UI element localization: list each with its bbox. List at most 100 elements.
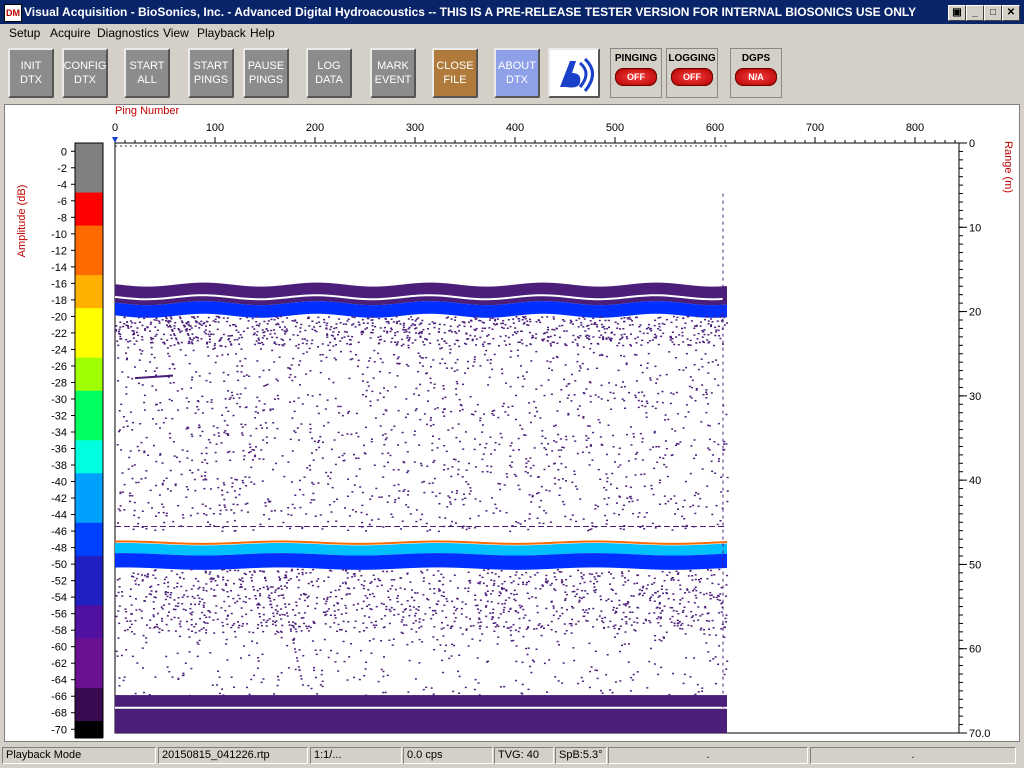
start-pings-button[interactable]: START PINGS <box>188 48 234 98</box>
amplitude-tick-label: -18 <box>51 295 67 307</box>
range-tick-label: 70.0 <box>969 728 990 740</box>
amplitude-tick-label: -42 <box>51 493 67 505</box>
ping-tick-label: 500 <box>606 122 624 134</box>
title-bar: DM Visual Acquisition - BioSonics, Inc. … <box>0 0 1024 24</box>
status-extra2: . <box>810 747 1016 764</box>
range-label: Range (m) <box>1002 141 1014 193</box>
menu-view[interactable]: View <box>163 26 189 40</box>
amplitude-tick-label: -36 <box>51 444 67 456</box>
maximize-button[interactable]: □ <box>984 5 1002 21</box>
logging-indicator: LOGGING OFF <box>666 48 718 98</box>
ping-tick-label: 200 <box>306 122 324 134</box>
minimize-button[interactable]: _ <box>966 5 984 21</box>
amplitude-tick-label: -26 <box>51 361 67 373</box>
amplitude-tick-label: -68 <box>51 708 67 720</box>
logging-state: OFF <box>671 68 713 86</box>
amplitude-tick-label: -6 <box>57 196 67 208</box>
ping-tick-label: 100 <box>206 122 224 134</box>
status-tvg: TVG: 40 <box>494 747 554 764</box>
ping-tick-label: 0 <box>112 122 118 134</box>
ping-tick-label: 700 <box>806 122 824 134</box>
amplitude-tick-label: -10 <box>51 229 67 241</box>
amplitude-tick-label: -22 <box>51 328 67 340</box>
dgps-state: N/A <box>735 68 777 86</box>
range-tick-label: 20 <box>969 307 981 319</box>
status-file: 20150815_041226.rtp <box>158 747 308 764</box>
amplitude-tick-label: -20 <box>51 311 67 323</box>
status-mode: Playback Mode <box>2 747 156 764</box>
amplitude-tick-label: -66 <box>51 691 67 703</box>
status-extra1: . <box>608 747 808 764</box>
range-tick-label: 50 <box>969 559 981 571</box>
amplitude-tick-label: -32 <box>51 410 67 422</box>
amplitude-tick-label: -2 <box>57 163 67 175</box>
amplitude-tick-label: -64 <box>51 675 67 687</box>
close-button[interactable]: ✕ <box>1002 5 1020 21</box>
amplitude-tick-label: -46 <box>51 526 67 538</box>
about-dtx-button[interactable]: ABOUT DTX <box>494 48 540 98</box>
restore-icon[interactable]: ▣ <box>948 5 966 21</box>
dgps-indicator: DGPS N/A <box>730 48 782 98</box>
mark-event-button[interactable]: MARK EVENT <box>370 48 416 98</box>
amplitude-tick-label: -24 <box>51 344 67 356</box>
amplitude-tick-label: -40 <box>51 477 67 489</box>
menu-playback[interactable]: Playback <box>197 26 246 40</box>
amplitude-tick-label: -54 <box>51 592 67 604</box>
status-spb: SpB:5.3° <box>555 747 607 764</box>
amplitude-tick-label: -38 <box>51 460 67 472</box>
window-title: Visual Acquisition - BioSonics, Inc. - A… <box>24 5 917 19</box>
amplitude-tick-label: -70 <box>51 724 67 736</box>
pinging-indicator: PINGING OFF <box>610 48 662 98</box>
range-tick-label: 40 <box>969 475 981 487</box>
echogram-svg[interactable]: Ping Number Amplitude (dB) Range (m) 0 10… <box>5 105 1019 741</box>
status-cps: 0.0 cps <box>403 747 493 764</box>
amplitude-tick-label: -56 <box>51 609 67 621</box>
ping-number-label: Ping Number <box>115 105 180 117</box>
amplitude-tick-label: -58 <box>51 625 67 637</box>
menu-acquire[interactable]: Acquire <box>50 26 91 40</box>
amplitude-tick-label: -8 <box>57 212 67 224</box>
menu-help[interactable]: Help <box>250 26 275 40</box>
amplitude-tick-label: -48 <box>51 543 67 555</box>
config-dtx-button[interactable]: CONFIG DTX <box>62 48 108 98</box>
init-dtx-button[interactable]: INIT DTX <box>8 48 54 98</box>
menu-diagnostics[interactable]: Diagnostics <box>97 26 159 40</box>
toolbar: INIT DTX CONFIG DTX START ALL START PINGS PA… <box>0 44 1024 102</box>
amplitude-tick-label: -28 <box>51 377 67 389</box>
amplitude-tick-label: -62 <box>51 658 67 670</box>
biosonics-logo-button[interactable] <box>548 48 600 98</box>
ping-tick-label: 400 <box>506 122 524 134</box>
amplitude-tick-label: -34 <box>51 427 67 439</box>
menu-bar: Setup Acquire Diagnostics View Playback … <box>0 24 1024 42</box>
range-tick-label: 60 <box>969 644 981 656</box>
echogram-area <box>114 142 960 734</box>
start-all-button[interactable]: START ALL <box>124 48 170 98</box>
ping-tick-label: 300 <box>406 122 424 134</box>
amplitude-label: Amplitude (dB) <box>16 185 28 258</box>
amplitude-tick-label: -16 <box>51 278 67 290</box>
amplitude-tick-label: -52 <box>51 576 67 588</box>
menu-setup[interactable]: Setup <box>9 26 40 40</box>
close-file-button[interactable]: CLOSE FILE <box>432 48 478 98</box>
amplitude-tick-label: -14 <box>51 262 67 274</box>
range-tick-label: 0 <box>969 138 975 150</box>
ping-tick-label: 800 <box>906 122 924 134</box>
status-ratio: 1:1/... <box>310 747 402 764</box>
amplitude-tick-label: -50 <box>51 559 67 571</box>
biosonics-logo-icon <box>560 57 594 92</box>
log-data-button[interactable]: LOG DATA <box>306 48 352 98</box>
amplitude-tick-label: 0 <box>61 146 67 158</box>
amplitude-tick-label: -30 <box>51 394 67 406</box>
pause-pings-button[interactable]: PAUSE PINGS <box>243 48 289 98</box>
app-icon: DM <box>4 4 22 22</box>
ping-axis: 0 100 200 300 400 500 600 700 800 <box>112 122 956 143</box>
amplitude-tick-label: -60 <box>51 642 67 654</box>
range-tick-label: 10 <box>969 222 981 234</box>
amplitude-tick-label: -12 <box>51 245 67 257</box>
range-axis: 0 10 20 30 40 50 60 70.0 <box>959 138 990 740</box>
status-bar: Playback Mode 20150815_041226.rtp 1:1/..… <box>0 744 1024 768</box>
amplitude-tick-label: -44 <box>51 510 67 522</box>
range-tick-label: 30 <box>969 391 981 403</box>
echogram-panel: Ping Number Amplitude (dB) Range (m) 0 10… <box>4 104 1020 742</box>
amplitude-tick-label: -4 <box>57 179 67 191</box>
